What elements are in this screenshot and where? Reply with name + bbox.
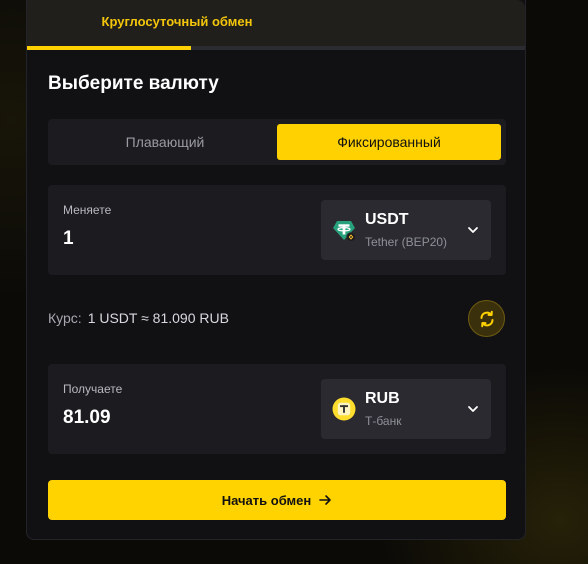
rate-type-fixed-button[interactable]: Фиксированный bbox=[277, 124, 501, 160]
send-panel: Меняете 1 USDT Tether (BEP20) bbox=[48, 185, 506, 275]
tab-round-the-clock-exchange[interactable]: Круглосуточный обмен bbox=[27, 14, 327, 29]
chevron-down-icon bbox=[468, 227, 478, 233]
receive-amount-value: 81.09 bbox=[63, 407, 111, 428]
send-currency-select[interactable]: USDT Tether (BEP20) bbox=[321, 200, 491, 260]
rate-value: 1 USDT ≈ 81.090 RUB bbox=[87, 310, 229, 326]
send-currency-code: USDT bbox=[365, 211, 409, 228]
exchange-rate: Курс: 1 USDT ≈ 81.090 RUB bbox=[48, 310, 229, 326]
swap-arrows-icon bbox=[480, 310, 493, 327]
chevron-down-icon bbox=[468, 406, 478, 412]
tether-icon bbox=[333, 221, 356, 242]
tab-indicator-track bbox=[27, 46, 525, 50]
receive-currency-code: RUB bbox=[365, 390, 400, 407]
swap-currencies-button[interactable] bbox=[468, 300, 505, 337]
exchange-card: Круглосуточный обмен Выберите валюту Пла… bbox=[26, 0, 526, 540]
receive-panel: Получаете 81.09 RUB Т-банк bbox=[48, 364, 506, 454]
receive-currency-network: Т-банк bbox=[365, 414, 402, 428]
send-amount-input[interactable]: 1 bbox=[63, 228, 293, 250]
rate-label: Курс: bbox=[48, 310, 82, 326]
start-exchange-button[interactable]: Начать обмен bbox=[48, 480, 506, 520]
rate-type-toggle: Плавающий Фиксированный bbox=[48, 119, 506, 165]
start-exchange-label: Начать обмен bbox=[221, 492, 312, 508]
tbank-icon bbox=[332, 397, 356, 421]
tab-active-indicator bbox=[27, 46, 191, 50]
rate-type-floating-button[interactable]: Плавающий bbox=[53, 124, 277, 160]
arrow-right-icon bbox=[319, 495, 332, 505]
send-label: Меняете bbox=[63, 203, 112, 217]
receive-currency-select[interactable]: RUB Т-банк bbox=[321, 379, 491, 439]
exchange-tabs-header: Круглосуточный обмен bbox=[27, 0, 525, 46]
receive-label: Получаете bbox=[63, 382, 123, 396]
section-title: Выберите валюту bbox=[48, 73, 219, 94]
send-currency-network: Tether (BEP20) bbox=[365, 235, 448, 249]
